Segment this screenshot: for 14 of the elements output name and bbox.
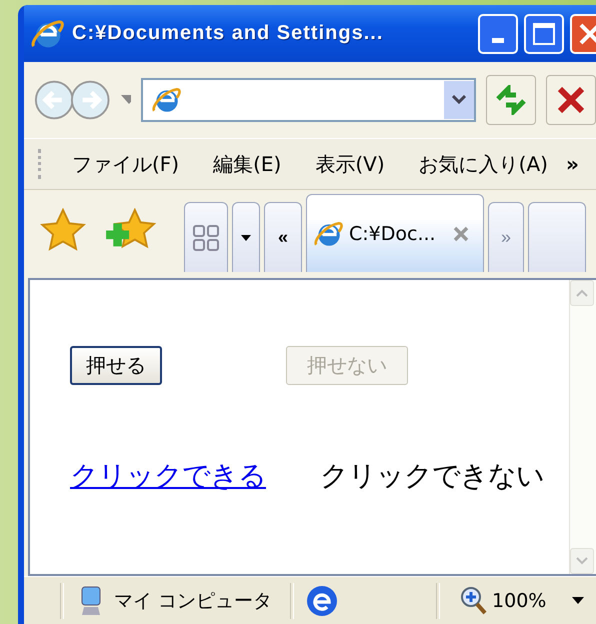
window-title: C:¥Documents and Settings... bbox=[72, 22, 384, 45]
zone-label: マイ コンピュータ bbox=[114, 589, 272, 614]
menu-item[interactable]: 表示(V) bbox=[315, 150, 385, 178]
plain-text: クリックできない bbox=[320, 458, 544, 494]
menu-item[interactable]: 編集(E) bbox=[213, 150, 282, 178]
browser-tab[interactable]: C:¥Doc... bbox=[306, 194, 484, 272]
zoom-level[interactable]: 100% bbox=[492, 590, 546, 612]
menu-overflow[interactable]: » bbox=[566, 152, 579, 176]
link[interactable]: クリックできる bbox=[70, 457, 266, 495]
page-button[interactable]: 押せる bbox=[70, 346, 162, 385]
tab-title: C:¥Doc... bbox=[349, 222, 436, 244]
menu-item[interactable]: お気に入り(A) bbox=[418, 150, 548, 178]
scroll-tabs-left[interactable]: « bbox=[264, 202, 302, 272]
menu-item[interactable]: ファイル(F) bbox=[72, 150, 180, 178]
